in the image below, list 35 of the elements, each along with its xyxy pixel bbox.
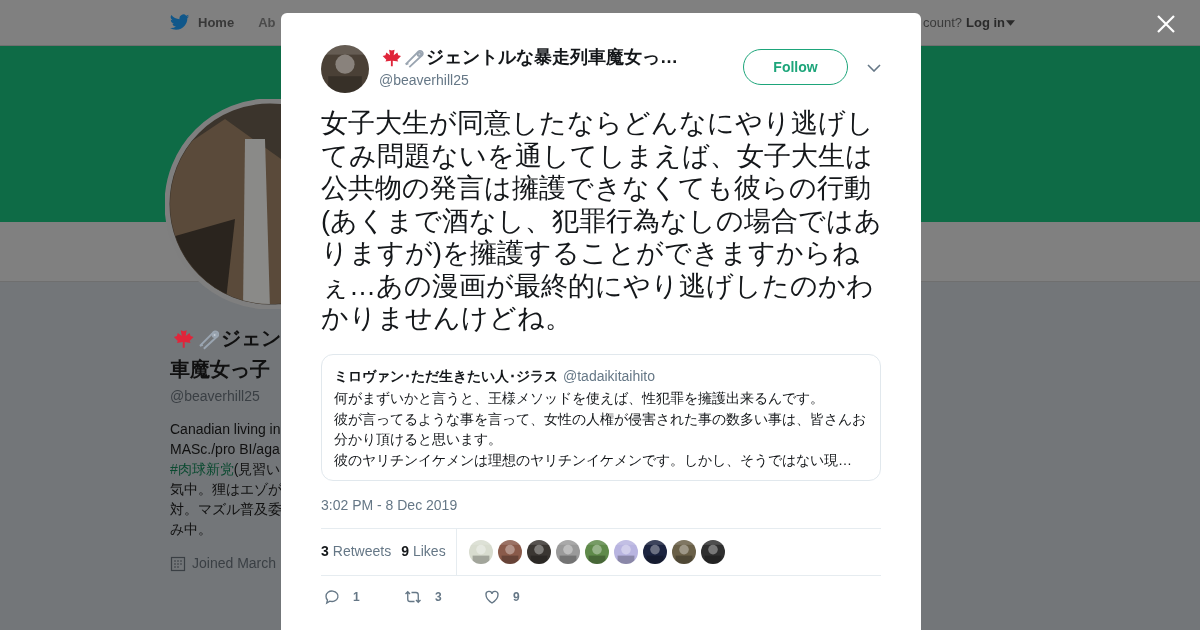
account-prompt: count? bbox=[922, 13, 962, 32]
quoted-author-handle: @tadaikitaihito bbox=[563, 366, 656, 386]
joined-date: Joined March bbox=[192, 554, 277, 573]
quoted-tweet[interactable]: ミロヴァン･ただ生きたい人･ジラス @tadaikitaihito 何がまずいかと言うと、王様メソッドを使えば、性犯罪を擁護出来るんです。 彼が言ってるような事を言って、女性の人権が侵害された事の数多い事は、皆さんお分かり頂けると思います。 彼のヤリチンイケメンは理想のヤリチンイケメンです。しかし、そうではない現… bbox=[321, 353, 881, 481]
reply-icon bbox=[323, 587, 341, 606]
bio-text: 対。マズル普及委 bbox=[170, 501, 282, 517]
nav-link[interactable]: Home bbox=[170, 12, 235, 33]
author-name: ジェントルな暴走列車魔女っ… bbox=[426, 45, 678, 69]
tweet-timestamp: 3:02 PM - 8 Dec 2019 bbox=[321, 495, 459, 515]
bio-text: Canadian living in bbox=[170, 421, 281, 437]
stat-link[interactable]: 3 Retweets bbox=[321, 541, 392, 562]
bio-text: み中。 bbox=[170, 521, 212, 537]
stat-link[interactable]: 9 Likes bbox=[401, 541, 446, 562]
bio-text: MASc./pro BI/aga bbox=[170, 441, 280, 457]
quoted-tweet-text: 彼のヤリチンイケメンは理想のヤリチンイケメンです。しかし、そうではない現… bbox=[334, 450, 853, 470]
quoted-author-name: ミロヴァン･ただ生きたい人･ジラス bbox=[334, 366, 558, 386]
action-button[interactable]: 1 bbox=[323, 587, 403, 606]
bio-text: (見習い bbox=[233, 461, 281, 477]
calendar-icon bbox=[170, 555, 186, 572]
hashtag-link[interactable]: #肉球新党 bbox=[170, 461, 234, 477]
quoted-tweet-text: 何がまずいかと言うと、王様メソッドを使えば、性犯罪を擁護出来るんです。 bbox=[334, 388, 825, 408]
tweet-text: 女子大生が同意したならどんなにやり逃げしてみ問題ないを通してしまえば、女子大生は公共物の発言は擁護できなくても彼らの行動(あくまで酒なし、犯罪行為なしの場合ではありますが)を擁護することができますからねぇ…あの漫画が最終的にやり逃げしたのかわかりませんけどね。 bbox=[321, 107, 883, 335]
bird-icon bbox=[170, 14, 190, 31]
profile-handle: @beaverhill25 bbox=[170, 387, 261, 406]
profile-name: 車魔女っ子 bbox=[170, 357, 271, 382]
action-button[interactable]: 9 bbox=[483, 587, 563, 606]
login-button[interactable]: Log in bbox=[966, 12, 1015, 33]
close-icon bbox=[1157, 15, 1175, 33]
action-button[interactable]: 3 bbox=[403, 587, 483, 606]
close-button[interactable] bbox=[1156, 14, 1176, 34]
profile-name: ジェン bbox=[221, 326, 281, 351]
author-handle: @beaverhill25 bbox=[379, 71, 470, 90]
chevron-down-icon[interactable] bbox=[867, 64, 881, 72]
caret-icon bbox=[1006, 19, 1015, 26]
quoted-tweet-text: 彼が言ってるような事を言って、女性の人権が侵害された事の数多い事は、皆さんお分かり頂けると思います。 bbox=[334, 409, 867, 449]
